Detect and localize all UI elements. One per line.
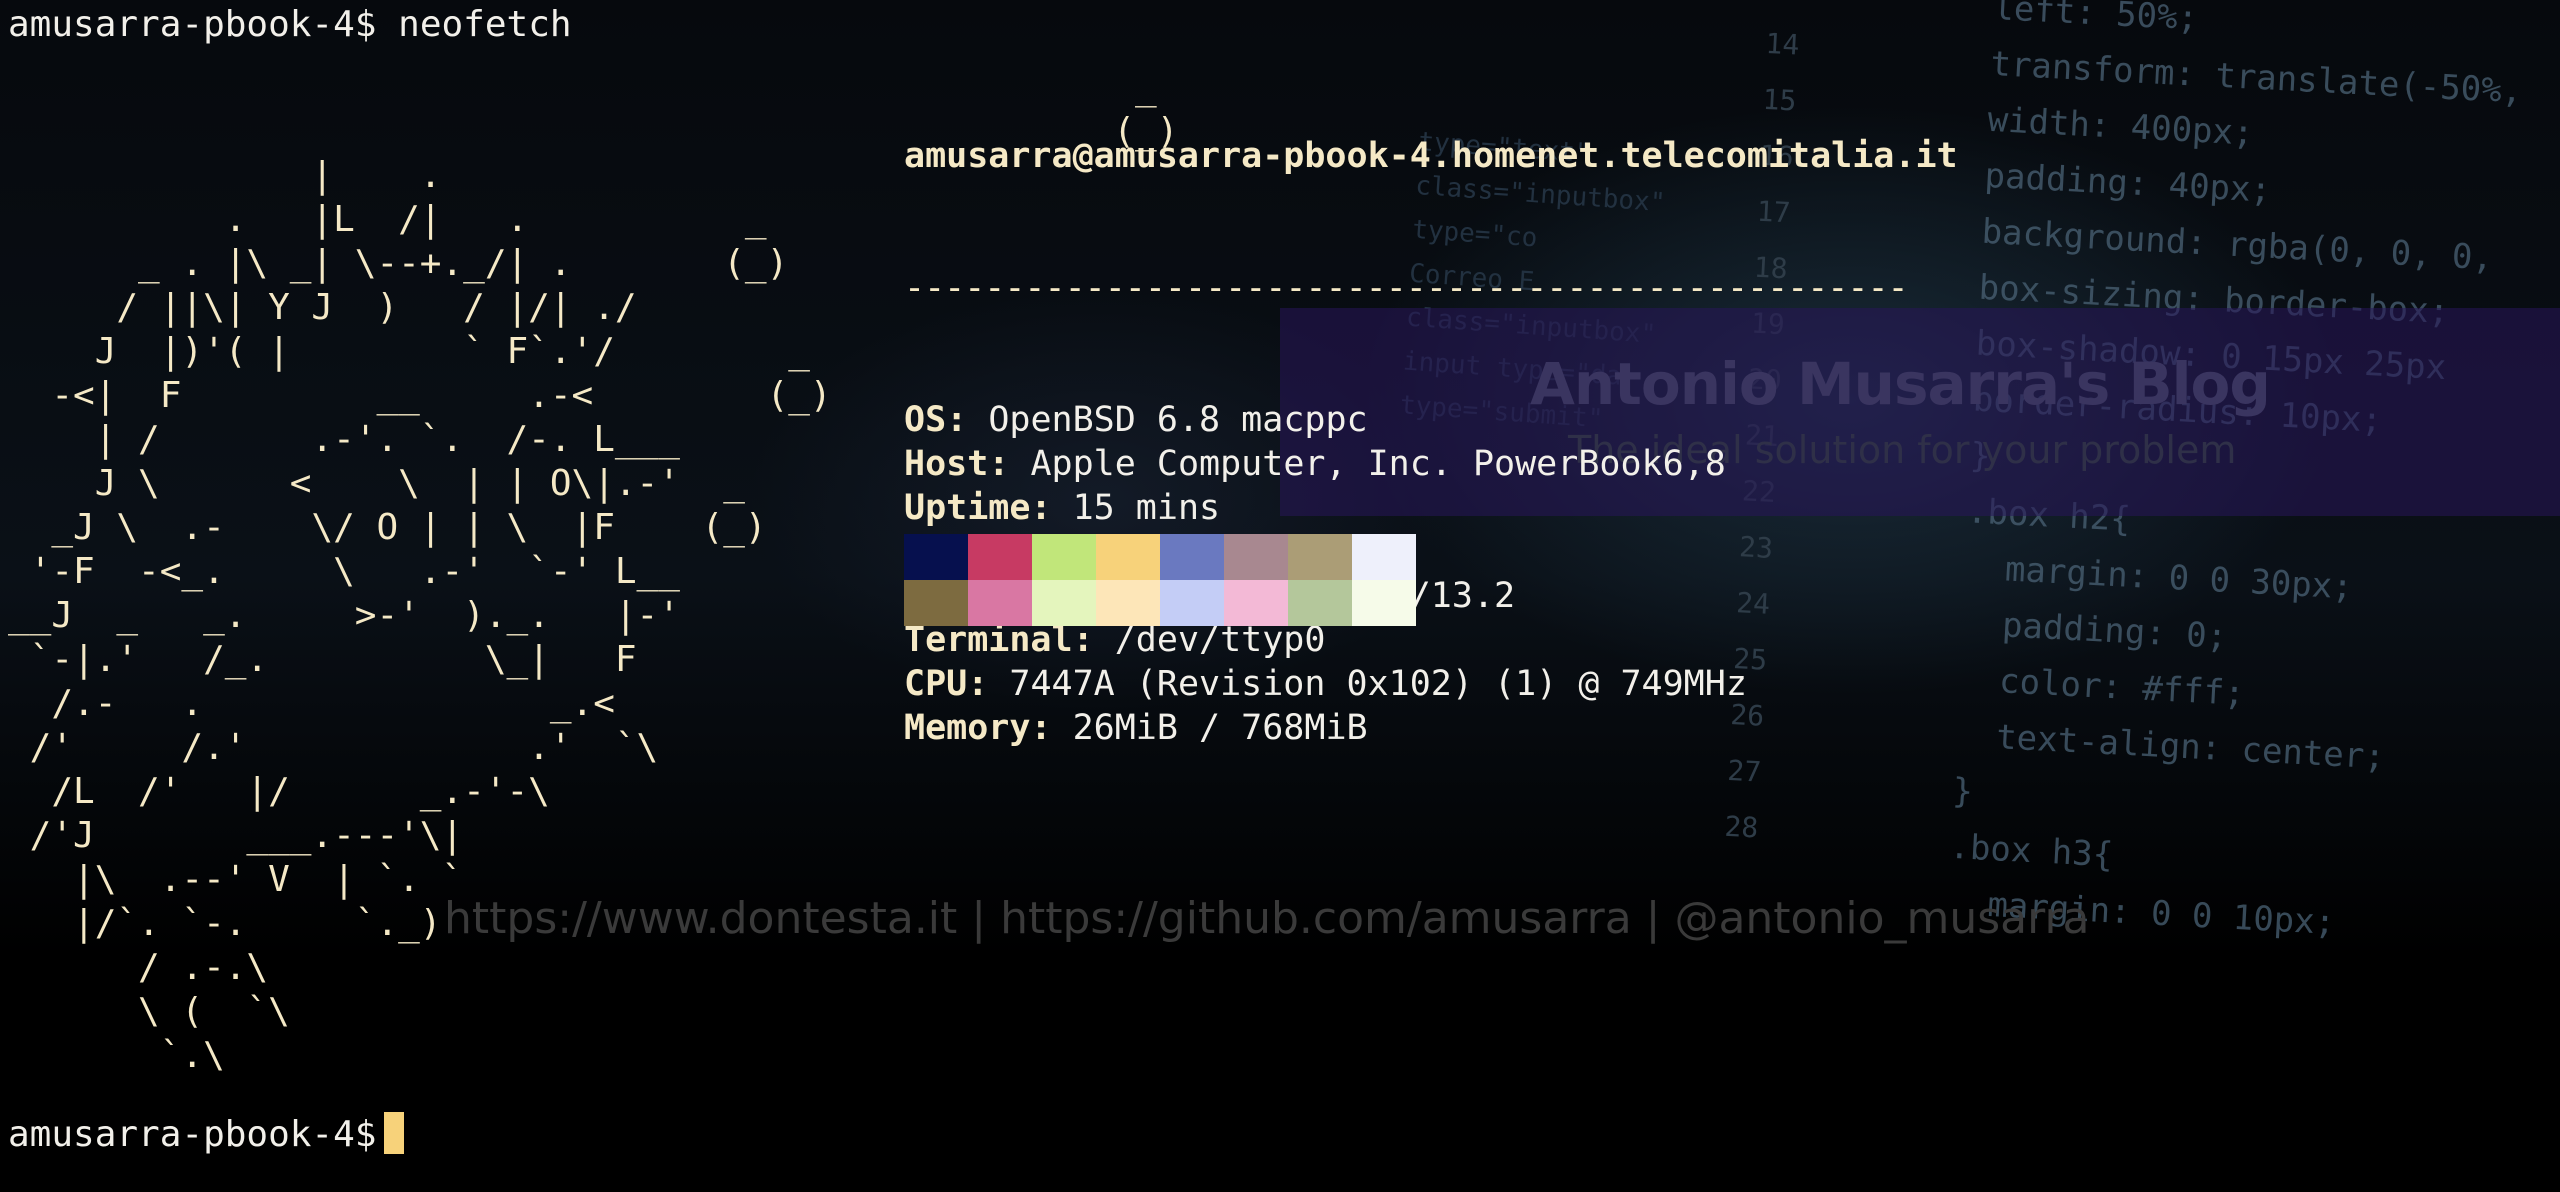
ascii-logo-line: / .-.\ xyxy=(8,947,269,988)
palette-swatch xyxy=(1096,534,1160,580)
palette-swatch xyxy=(1224,534,1288,580)
palette-swatch xyxy=(1224,580,1288,626)
palette-swatch xyxy=(1352,580,1416,626)
info-value: Apple Computer, Inc. PowerBook6,8 xyxy=(1030,444,1726,484)
info-row: Uptime: 15 mins xyxy=(904,488,1221,528)
user-host: amusarra@amusarra-pbook-4.homenet.teleco… xyxy=(904,136,1958,176)
info-value: /dev/ttyp0 xyxy=(1114,620,1326,660)
palette-swatch xyxy=(904,534,968,580)
ascii-logo-line: |\ .--' V | `. ` xyxy=(8,859,464,900)
system-info: amusarra@amusarra-pbook-4.homenet.teleco… xyxy=(904,46,1958,838)
info-key: Terminal xyxy=(904,620,1073,660)
palette-swatch xyxy=(1160,534,1224,580)
entered-command: neofetch xyxy=(398,4,572,45)
palette-swatch xyxy=(1288,534,1352,580)
ascii-logo-line: |/`. `-. `._) xyxy=(8,903,442,944)
ascii-logo-line: \ ( `\ xyxy=(8,991,290,1032)
info-separator: ----------------------------------------… xyxy=(904,268,1909,308)
info-value: 26MiB / 768MiB xyxy=(1072,708,1368,748)
info-row: Memory: 26MiB / 768MiB xyxy=(904,708,1368,748)
palette-swatch xyxy=(1352,534,1416,580)
palette-swatch xyxy=(904,580,968,626)
active-prompt-line[interactable]: amusarra-pbook-4$ xyxy=(8,1112,405,1155)
palette-swatch xyxy=(1288,580,1352,626)
ascii-logo-line: `.\ xyxy=(8,1035,225,1076)
info-key: Host xyxy=(904,444,989,484)
shell-prompt: amusarra-pbook-4$ xyxy=(8,4,377,45)
palette-swatch xyxy=(1096,580,1160,626)
info-key: Uptime xyxy=(904,488,1031,528)
info-key: Memory xyxy=(904,708,1031,748)
info-row: CPU: 7447A (Revision 0x102) (1) @ 749MHz xyxy=(904,664,1747,704)
terminal-window[interactable]: amusarra-pbook-4$ neofetch _ (_) | . . |… xyxy=(0,0,2560,1192)
info-row: Host: Apple Computer, Inc. PowerBook6,8 xyxy=(904,444,1726,484)
color-palette xyxy=(904,534,1416,626)
info-key: CPU xyxy=(904,664,968,704)
info-row: OS: OpenBSD 6.8 macppc xyxy=(904,400,1368,440)
text-cursor xyxy=(384,1112,405,1154)
palette-swatch xyxy=(1032,580,1096,626)
palette-swatch xyxy=(1160,580,1224,626)
info-value: 7447A (Revision 0x102) (1) @ 749MHz xyxy=(1009,664,1747,704)
palette-swatch xyxy=(1032,534,1096,580)
info-value: 15 mins xyxy=(1072,488,1221,528)
shell-prompt: amusarra-pbook-4$ xyxy=(8,1114,377,1155)
info-key: OS xyxy=(904,400,947,440)
command-line: amusarra-pbook-4$ neofetch xyxy=(8,4,572,45)
info-value: OpenBSD 6.8 macppc xyxy=(988,400,1368,440)
palette-swatch xyxy=(968,534,1032,580)
palette-swatch xyxy=(968,580,1032,626)
